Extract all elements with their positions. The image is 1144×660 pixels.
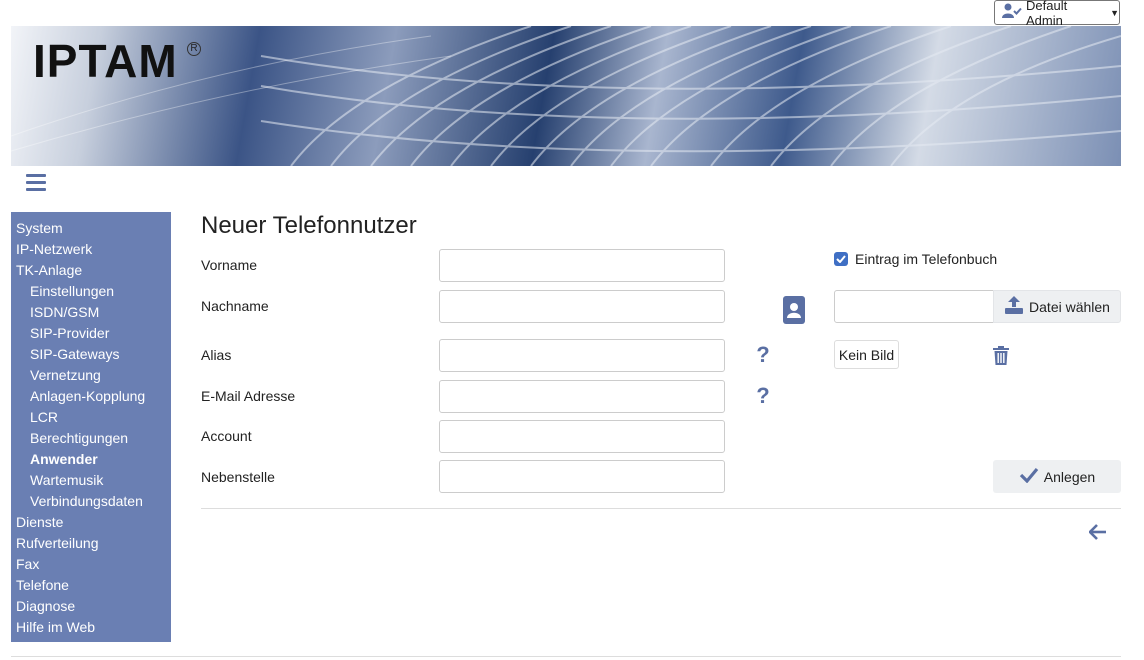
contact-card-icon (783, 296, 805, 324)
checkbox-checked-icon[interactable] (834, 252, 848, 266)
account-label: Account (201, 428, 252, 444)
sidebar-item-system[interactable]: System (11, 218, 171, 239)
menu-toggle-icon[interactable] (26, 174, 46, 195)
sidebar-nav: System IP-Netzwerk TK-Anlage Einstellung… (11, 212, 171, 642)
create-user-label: Anlegen (1043, 468, 1096, 485)
nebenstelle-label: Nebenstelle (201, 469, 275, 485)
phonebook-checkbox-label: Eintrag im Telefonbuch (855, 251, 998, 267)
sidebar-item-ip-netzwerk[interactable]: IP-Netzwerk (11, 239, 171, 260)
page-title: Neuer Telefonnutzer (201, 212, 417, 239)
create-user-button[interactable]: Anlegen (993, 460, 1121, 493)
sidebar-item-diagnose[interactable]: Diagnose (11, 596, 171, 617)
sidebar-item-sip-gateways[interactable]: SIP-Gateways (11, 344, 171, 365)
divider (201, 508, 1121, 509)
caret-down-icon: ▼ (1110, 7, 1119, 18)
phonebook-checkbox[interactable]: Eintrag im Telefonbuch (834, 251, 997, 267)
nachname-input[interactable] (439, 290, 725, 323)
sidebar-item-rufverteilung[interactable]: Rufverteilung (11, 533, 171, 554)
account-input[interactable] (439, 420, 725, 453)
back-arrow-icon[interactable] (1088, 522, 1108, 542)
choose-file-button[interactable]: Datei wählen (993, 290, 1121, 323)
sidebar-item-verbindungsdaten[interactable]: Verbindungsdaten (11, 491, 171, 512)
nebenstelle-input[interactable] (439, 460, 725, 493)
sidebar-item-hilfe-im-web[interactable]: Hilfe im Web (11, 617, 171, 638)
email-input[interactable] (439, 380, 725, 413)
sidebar-item-telefone[interactable]: Telefone (11, 575, 171, 596)
vorname-label: Vorname (201, 257, 258, 273)
trash-icon[interactable] (992, 345, 1010, 365)
email-help-icon[interactable]: ? (754, 383, 772, 409)
alias-label: Alias (201, 347, 232, 363)
sidebar-item-vernetzung[interactable]: Vernetzung (11, 365, 171, 386)
email-label: E-Mail Adresse (201, 388, 296, 404)
file-name-field[interactable] (834, 290, 994, 323)
user-menu-button[interactable]: Default Admin ▼ (994, 0, 1120, 28)
sidebar-item-lcr[interactable]: LCR (11, 407, 171, 428)
footer-divider (11, 656, 1121, 657)
sidebar-item-wartemusik[interactable]: Wartemusik (11, 470, 171, 491)
sidebar-item-anlagen-kopplung[interactable]: Anlagen-Kopplung (11, 386, 171, 407)
sidebar-item-dienste[interactable]: Dienste (11, 512, 171, 533)
vorname-input[interactable] (439, 249, 725, 282)
user-check-icon (1002, 3, 1022, 22)
iptam-logo: IPTAM (33, 35, 178, 87)
sidebar-item-tk-anlage[interactable]: TK-Anlage (11, 260, 171, 281)
sidebar-item-anwender[interactable]: Anwender (11, 449, 171, 470)
check-icon (1019, 467, 1039, 486)
registered-mark: R (187, 42, 201, 56)
choose-file-label: Datei wählen (1029, 298, 1110, 315)
sidebar-item-einstellungen[interactable]: Einstellungen (11, 281, 171, 302)
sidebar-item-fax[interactable]: Fax (11, 554, 171, 575)
upload-icon (1004, 296, 1024, 317)
sidebar-item-sip-provider[interactable]: SIP-Provider (11, 323, 171, 344)
header-banner: IPTAM R (11, 26, 1121, 166)
alias-help-icon[interactable]: ? (754, 342, 772, 368)
alias-input[interactable] (439, 339, 725, 372)
no-image-button[interactable]: Kein Bild (834, 340, 899, 369)
nachname-label: Nachname (201, 298, 269, 314)
sidebar-item-berechtigungen[interactable]: Berechtigungen (11, 428, 171, 449)
sidebar-item-isdn-gsm[interactable]: ISDN/GSM (11, 302, 171, 323)
user-name: Default Admin (1026, 0, 1068, 28)
